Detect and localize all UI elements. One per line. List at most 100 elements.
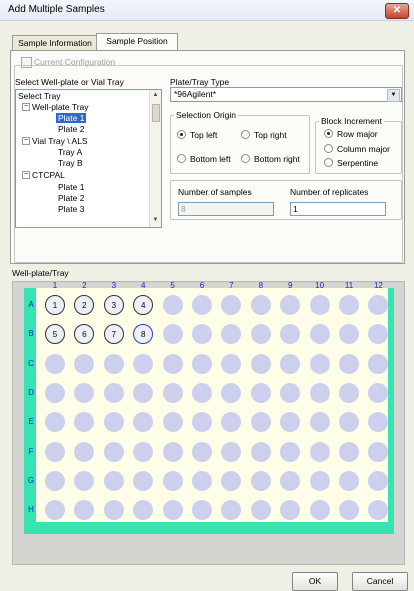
- well-E8[interactable]: [250, 412, 271, 433]
- cancel-button[interactable]: Cancel: [352, 572, 408, 591]
- well-D5[interactable]: [162, 382, 183, 403]
- tree-item-plate-2[interactable]: Plate 2: [58, 124, 84, 134]
- well-A4[interactable]: 4: [133, 295, 154, 315]
- well-H11[interactable]: [339, 500, 359, 521]
- well-F5[interactable]: [162, 441, 183, 462]
- well-A2[interactable]: 2: [74, 295, 95, 315]
- well-H5[interactable]: [162, 500, 183, 521]
- tree-item-tray-b[interactable]: Tray B: [58, 158, 83, 168]
- well-B4[interactable]: 8: [133, 324, 154, 345]
- well-A11[interactable]: [339, 295, 359, 315]
- well-G6[interactable]: [192, 470, 212, 491]
- collapse-icon[interactable]: −: [22, 137, 30, 145]
- tree-item-select-tray[interactable]: Select Tray: [18, 91, 61, 101]
- well-B8[interactable]: [250, 324, 271, 345]
- well-F7[interactable]: [221, 441, 242, 462]
- well-A8[interactable]: [250, 295, 271, 315]
- plate-type-select[interactable]: *96Agilent* ▼: [170, 87, 402, 102]
- tree-item-well-plate-tray[interactable]: Well-plate Tray: [32, 102, 89, 112]
- well-D4[interactable]: [133, 382, 154, 403]
- radio-top-left[interactable]: [177, 130, 186, 139]
- well-D6[interactable]: [192, 382, 212, 403]
- well-F2[interactable]: [74, 441, 95, 462]
- well-F12[interactable]: [368, 441, 389, 462]
- well-C5[interactable]: [162, 353, 183, 374]
- well-E3[interactable]: [103, 412, 124, 433]
- tree-item-ctcpal[interactable]: CTCPAL: [32, 170, 65, 180]
- well-F3[interactable]: [103, 441, 124, 462]
- well-B10[interactable]: [309, 324, 330, 345]
- well-G11[interactable]: [339, 470, 359, 491]
- well-C1[interactable]: [45, 353, 65, 374]
- radio-bottom-right[interactable]: [241, 154, 250, 163]
- tree-item-ctcpal-plate-3[interactable]: Plate 3: [58, 204, 84, 214]
- tree-item-tray-a[interactable]: Tray A: [58, 147, 82, 157]
- tray-tree[interactable]: Select Tray − Well-plate Tray Plate 1 Pl…: [15, 89, 162, 228]
- well-G10[interactable]: [309, 470, 330, 491]
- well-C6[interactable]: [192, 353, 212, 374]
- well-F9[interactable]: [280, 441, 301, 462]
- tab-sample-position[interactable]: Sample Position: [96, 33, 178, 51]
- scroll-down-icon[interactable]: ▼: [150, 215, 161, 226]
- well-C7[interactable]: [221, 353, 242, 374]
- close-icon[interactable]: ✕: [385, 3, 409, 19]
- well-F1[interactable]: [45, 441, 65, 462]
- tree-item-ctcpal-plate-2[interactable]: Plate 2: [58, 193, 84, 203]
- well-A5[interactable]: [162, 295, 183, 315]
- well-H8[interactable]: [250, 500, 271, 521]
- well-D8[interactable]: [250, 382, 271, 403]
- radio-top-right[interactable]: [241, 130, 250, 139]
- tree-item-ctcpal-plate-1[interactable]: Plate 1: [58, 182, 84, 192]
- well-F10[interactable]: [309, 441, 330, 462]
- well-C11[interactable]: [339, 353, 359, 374]
- well-C3[interactable]: [103, 353, 124, 374]
- scroll-thumb[interactable]: [152, 104, 160, 122]
- well-C12[interactable]: [368, 353, 389, 374]
- well-G8[interactable]: [250, 470, 271, 491]
- tree-scrollbar[interactable]: ▲ ▼: [149, 90, 161, 227]
- well-C2[interactable]: [74, 353, 95, 374]
- well-F6[interactable]: [192, 441, 212, 462]
- radio-row-major[interactable]: [324, 129, 333, 138]
- radio-bottom-left[interactable]: [177, 154, 186, 163]
- well-B5[interactable]: [162, 324, 183, 345]
- well-B3[interactable]: 7: [103, 324, 124, 345]
- well-D1[interactable]: [45, 382, 65, 403]
- chevron-down-icon[interactable]: ▼: [387, 89, 400, 102]
- well-C4[interactable]: [133, 353, 154, 374]
- well-G9[interactable]: [280, 470, 301, 491]
- scroll-up-icon[interactable]: ▲: [150, 90, 161, 101]
- well-F11[interactable]: [339, 441, 359, 462]
- tree-item-vial-tray-als[interactable]: Vial Tray \ ALS: [32, 136, 88, 146]
- well-C8[interactable]: [250, 353, 271, 374]
- well-H3[interactable]: [103, 500, 124, 521]
- well-A3[interactable]: 3: [103, 295, 124, 315]
- well-E10[interactable]: [309, 412, 330, 433]
- well-D11[interactable]: [339, 382, 359, 403]
- well-G1[interactable]: [45, 470, 65, 491]
- radio-serpentine[interactable]: [324, 158, 333, 167]
- well-C9[interactable]: [280, 353, 301, 374]
- well-B2[interactable]: 6: [74, 324, 95, 345]
- number-of-replicates-field[interactable]: 1: [290, 202, 386, 216]
- well-H1[interactable]: [45, 500, 65, 521]
- well-D10[interactable]: [309, 382, 330, 403]
- radio-column-major[interactable]: [324, 144, 333, 153]
- well-G3[interactable]: [103, 470, 124, 491]
- well-F8[interactable]: [250, 441, 271, 462]
- tab-sample-information[interactable]: Sample Information: [12, 35, 98, 51]
- well-C10[interactable]: [309, 353, 330, 374]
- ok-button[interactable]: OK: [292, 572, 338, 591]
- collapse-icon[interactable]: −: [22, 171, 30, 179]
- well-A6[interactable]: [192, 295, 212, 315]
- well-A10[interactable]: [309, 295, 330, 315]
- tree-item-plate-1[interactable]: Plate 1: [56, 113, 87, 123]
- number-of-samples-field[interactable]: 8: [178, 202, 274, 216]
- collapse-icon[interactable]: −: [22, 103, 30, 111]
- well-E5[interactable]: [162, 412, 183, 433]
- well-D9[interactable]: [280, 382, 301, 403]
- well-A1[interactable]: 1: [45, 295, 65, 315]
- well-G5[interactable]: [162, 470, 183, 491]
- well-H10[interactable]: [309, 500, 330, 521]
- well-B1[interactable]: 5: [45, 324, 65, 345]
